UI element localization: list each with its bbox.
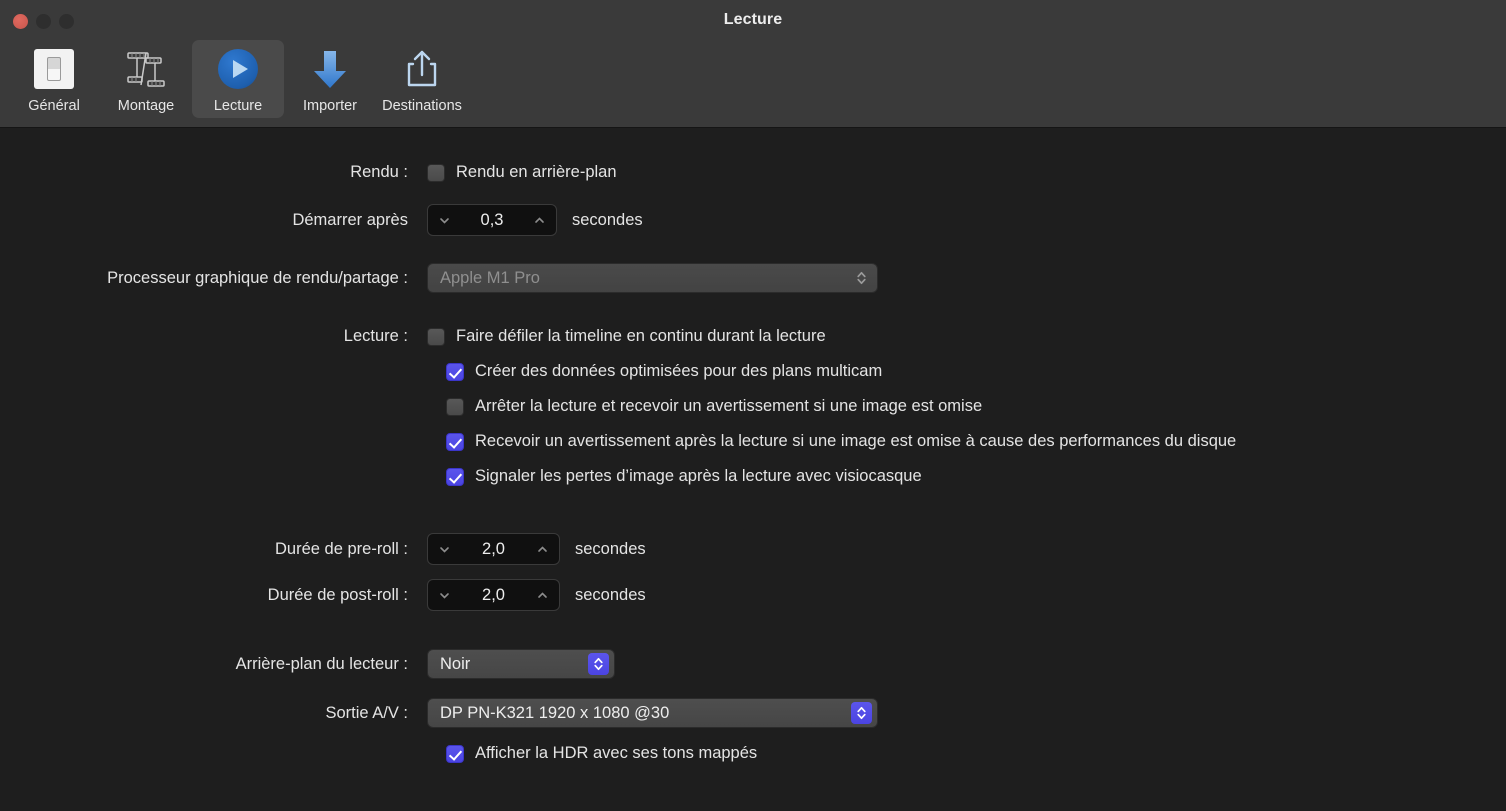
tab-label: Montage bbox=[117, 98, 175, 114]
window-toolbar: Lecture Général Montage Lecture Importer… bbox=[0, 0, 1506, 128]
start-after-unit: secondes bbox=[572, 210, 643, 229]
player-background-value: Noir bbox=[440, 654, 471, 673]
playback-option-checkbox[interactable] bbox=[446, 432, 464, 451]
playback-option-stop-warn-wrap[interactable]: Arrêter la lecture et recevoir un averti… bbox=[446, 397, 982, 416]
post-roll-label: Durée de post-roll : bbox=[267, 585, 408, 604]
chevron-up-down-icon bbox=[857, 271, 866, 285]
toggle-switch-icon bbox=[34, 46, 74, 92]
start-after-value: 0,3 bbox=[480, 210, 504, 229]
tab-label: Général bbox=[28, 98, 80, 114]
post-roll-unit: secondes bbox=[575, 585, 646, 604]
tab-lecture[interactable]: Lecture bbox=[192, 40, 284, 118]
start-after-label: Démarrer après bbox=[292, 210, 408, 229]
gpu-popup-button[interactable]: Apple M1 Pro bbox=[427, 263, 878, 293]
av-output-label: Sortie A/V : bbox=[325, 703, 408, 722]
player-background-label: Arrière-plan du lecteur : bbox=[235, 654, 408, 673]
tab-destinations[interactable]: Destinations bbox=[376, 40, 468, 118]
playback-option-checkbox[interactable] bbox=[427, 327, 445, 346]
gpu-value: Apple M1 Pro bbox=[440, 268, 540, 287]
player-background-popup-button[interactable]: Noir bbox=[427, 649, 615, 679]
playback-option-label: Créer des données optimisées pour des pl… bbox=[475, 362, 883, 380]
playback-row-4: Recevoir un avertissement après la lectu… bbox=[446, 432, 1236, 451]
playback-row-2: Créer des données optimisées pour des pl… bbox=[446, 362, 882, 381]
pre-roll-stepper[interactable]: 2,0 bbox=[427, 533, 560, 565]
playback-option-checkbox[interactable] bbox=[446, 362, 464, 381]
chevron-up-icon[interactable] bbox=[533, 214, 546, 227]
post-roll-stepper[interactable]: 2,0 bbox=[427, 579, 560, 611]
playback-option-hmd-wrap[interactable]: Signaler les pertes d’image après la lec… bbox=[446, 467, 922, 486]
background-render-checkbox-wrap[interactable]: Rendu en arrière-plan bbox=[427, 163, 617, 182]
hdr-tone-map-label: Afficher la HDR avec ses tons mappés bbox=[475, 744, 758, 762]
hdr-tone-map-checkbox[interactable] bbox=[446, 744, 464, 763]
toolbar-tabs: Général Montage Lecture Importer Destina… bbox=[8, 40, 468, 118]
post-roll-value: 2,0 bbox=[482, 585, 505, 604]
playback-option-label: Signaler les pertes d’image après la lec… bbox=[475, 467, 922, 485]
render-row: Rendu : Rendu en arrière-plan bbox=[0, 163, 617, 182]
pre-roll-row: Durée de pre-roll : 2,0 secondes bbox=[0, 533, 646, 565]
pre-roll-value: 2,0 bbox=[482, 539, 505, 558]
background-render-label: Rendu en arrière-plan bbox=[456, 163, 617, 181]
pre-roll-label: Durée de pre-roll : bbox=[275, 539, 408, 558]
player-background-row: Arrière-plan du lecteur : Noir bbox=[0, 649, 615, 679]
playback-option-multicam-wrap[interactable]: Créer des données optimisées pour des pl… bbox=[446, 362, 882, 381]
playback-option-checkbox[interactable] bbox=[446, 397, 464, 416]
tab-label: Lecture bbox=[213, 98, 263, 114]
chevron-up-icon[interactable] bbox=[536, 589, 549, 602]
play-circle-icon bbox=[218, 46, 258, 92]
start-after-row: Démarrer après 0,3 secondes bbox=[0, 204, 643, 236]
av-output-row: Sortie A/V : DP PN-K321 1920 x 1080 @30 bbox=[0, 698, 878, 728]
gpu-label: Processeur graphique de rendu/partage : bbox=[107, 268, 408, 287]
playback-option-label: Recevoir un avertissement après la lectu… bbox=[475, 432, 1237, 450]
chevron-up-down-icon bbox=[594, 657, 603, 671]
pre-roll-unit: secondes bbox=[575, 539, 646, 558]
chevron-down-icon[interactable] bbox=[438, 543, 451, 556]
updown-chevron-badge bbox=[851, 267, 872, 289]
film-strips-icon bbox=[124, 46, 168, 92]
tab-label: Destinations bbox=[382, 98, 462, 114]
playback-label: Lecture : bbox=[343, 327, 408, 345]
share-icon bbox=[400, 46, 444, 92]
updown-chevron-badge bbox=[588, 653, 609, 675]
chevron-up-icon[interactable] bbox=[536, 543, 549, 556]
download-arrow-icon bbox=[308, 46, 352, 92]
window-title: Lecture bbox=[723, 11, 783, 28]
playback-option-label: Faire défiler la timeline en continu dur… bbox=[456, 327, 826, 345]
hdr-tone-map-row: Afficher la HDR avec ses tons mappés bbox=[446, 744, 757, 763]
playback-option-scroll-wrap[interactable]: Faire défiler la timeline en continu dur… bbox=[427, 327, 826, 346]
tab-importer[interactable]: Importer bbox=[284, 40, 376, 118]
preferences-window: Lecture Général Montage Lecture Importer… bbox=[0, 0, 1506, 811]
av-output-value: DP PN-K321 1920 x 1080 @30 bbox=[440, 703, 670, 722]
chevron-up-down-icon bbox=[857, 706, 866, 720]
render-label: Rendu : bbox=[350, 163, 408, 181]
background-render-checkbox[interactable] bbox=[427, 163, 445, 182]
tab-montage[interactable]: Montage bbox=[100, 40, 192, 118]
updown-chevron-badge bbox=[851, 702, 872, 724]
playback-row-3: Arrêter la lecture et recevoir un averti… bbox=[446, 397, 982, 416]
playback-row-1: Lecture : Faire défiler la timeline en c… bbox=[0, 327, 826, 346]
gpu-row: Processeur graphique de rendu/partage : … bbox=[0, 263, 878, 293]
post-roll-row: Durée de post-roll : 2,0 secondes bbox=[0, 579, 646, 611]
playback-option-checkbox[interactable] bbox=[446, 467, 464, 486]
playback-option-label: Arrêter la lecture et recevoir un averti… bbox=[475, 397, 983, 415]
hdr-tone-map-wrap[interactable]: Afficher la HDR avec ses tons mappés bbox=[446, 744, 757, 763]
tab-general[interactable]: Général bbox=[8, 40, 100, 118]
start-after-stepper[interactable]: 0,3 bbox=[427, 204, 557, 236]
chevron-down-icon[interactable] bbox=[438, 589, 451, 602]
playback-option-disk-warn-wrap[interactable]: Recevoir un avertissement après la lectu… bbox=[446, 432, 1236, 451]
tab-label: Importer bbox=[303, 98, 357, 114]
playback-row-5: Signaler les pertes d’image après la lec… bbox=[446, 467, 922, 486]
preferences-content: Rendu : Rendu en arrière-plan Démarrer a… bbox=[0, 128, 1506, 811]
av-output-popup-button[interactable]: DP PN-K321 1920 x 1080 @30 bbox=[427, 698, 878, 728]
chevron-down-icon[interactable] bbox=[438, 214, 451, 227]
